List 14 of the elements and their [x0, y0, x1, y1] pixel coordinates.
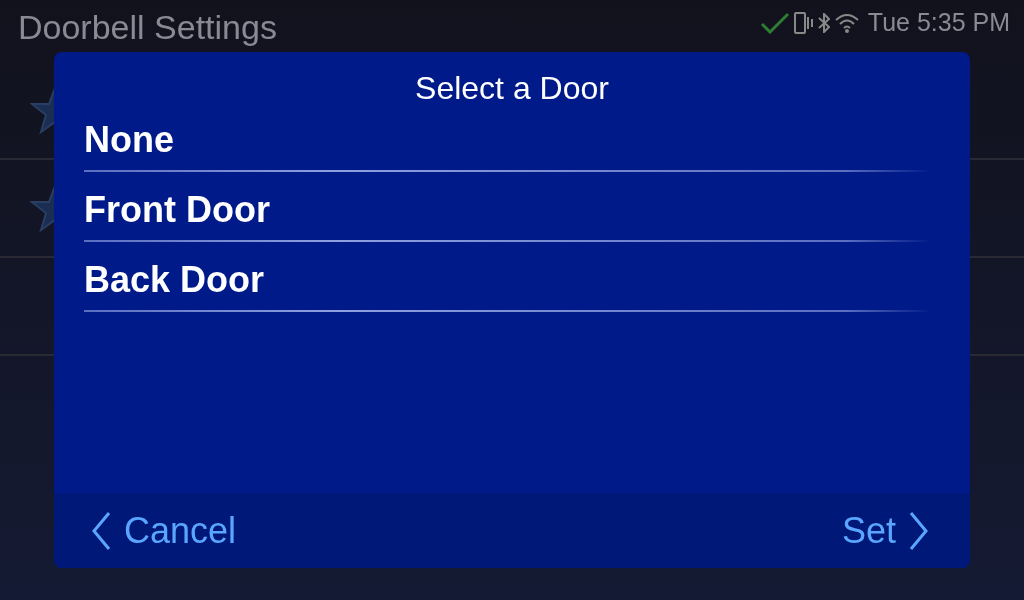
- bluetooth-icon: [817, 12, 830, 33]
- vibrate-icon: [793, 11, 814, 34]
- cancel-button[interactable]: Cancel: [90, 509, 237, 552]
- door-option[interactable]: Back Door: [84, 242, 930, 312]
- check-icon: [759, 11, 790, 34]
- door-option[interactable]: None: [84, 102, 930, 172]
- screen-title: Doorbell Settings: [18, 8, 277, 47]
- wifi-icon: [833, 11, 860, 34]
- status-time: Tue 5:35 PM: [867, 8, 1010, 37]
- set-button[interactable]: Set: [841, 509, 930, 552]
- dialog-title: Select a Door: [414, 69, 610, 102]
- door-option[interactable]: Front Door: [84, 172, 930, 242]
- chevron-left-icon: [90, 510, 112, 551]
- chevron-right-icon: [908, 510, 930, 551]
